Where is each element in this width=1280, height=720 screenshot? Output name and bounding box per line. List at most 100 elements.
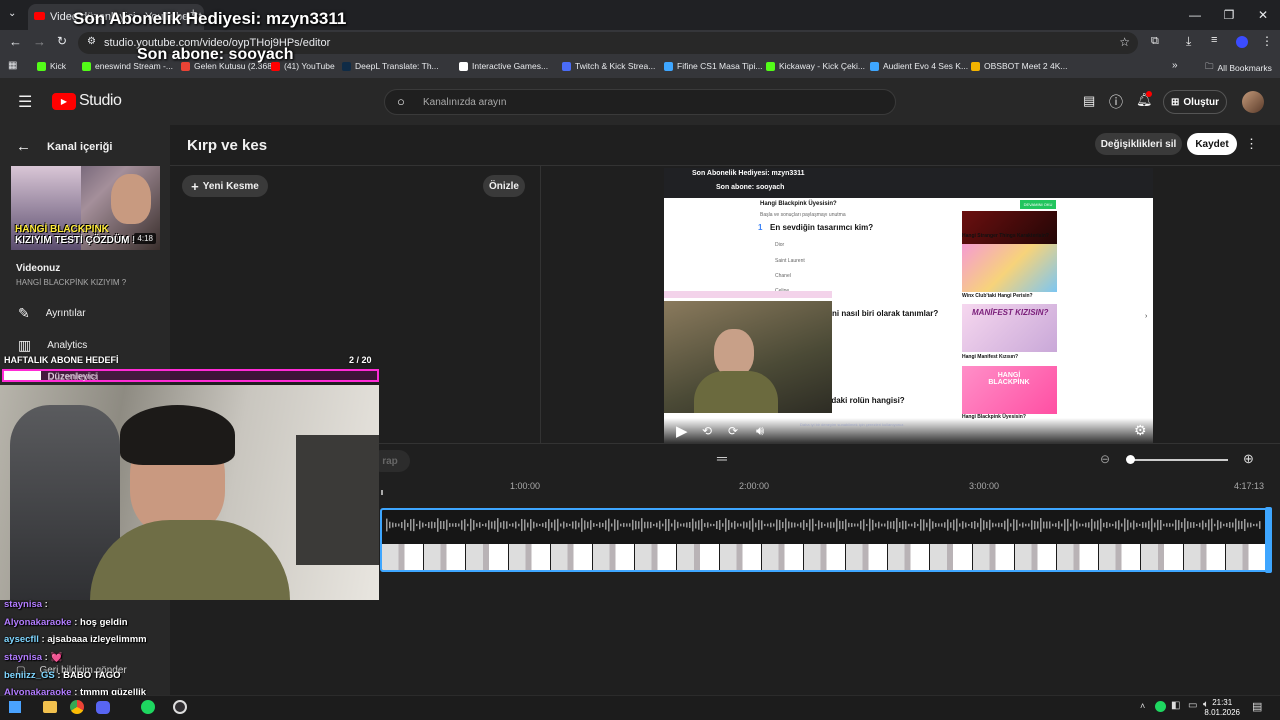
rewind-10-icon[interactable]: ⟲	[702, 424, 712, 438]
zoom-slider-track[interactable]	[1130, 459, 1228, 461]
close-window-icon[interactable]: ✕	[1246, 0, 1280, 30]
extensions-icon[interactable]: ⧉	[1151, 35, 1159, 48]
hamburger-menu-icon[interactable]: ☰	[18, 92, 32, 112]
play-icon[interactable]: ▶	[676, 422, 688, 440]
bookmark-item[interactable]: Twitch & Kick Strea...	[562, 61, 655, 71]
preview-webcam-image	[664, 301, 832, 413]
timeline-frame	[1014, 544, 1057, 570]
minimize-icon[interactable]: —	[1178, 0, 1212, 30]
bookmark-item[interactable]: Kick	[37, 61, 66, 71]
bookmark-star-icon[interactable]: ☆	[1119, 35, 1130, 49]
bookmark-item[interactable]: Fifine CS1 Masa Tipi...	[664, 61, 763, 71]
restore-icon[interactable]: ❐	[1212, 0, 1246, 30]
timeline-frame	[761, 544, 804, 570]
goal-label: HAFTALIK ABONE HEDEFİ	[4, 355, 119, 365]
timeline-track[interactable]	[380, 508, 1270, 572]
video-thumbnail[interactable]: HANGİ BLACKPINK KIZIYIM TESTİ ÇÖZDÜM ! 4…	[11, 166, 160, 250]
preview-card-image: HANGİ BLACKPİNK	[962, 366, 1057, 414]
more-bookmarks-icon[interactable]: »	[1172, 60, 1178, 71]
discard-changes-button[interactable]: Değişiklikleri sil	[1095, 133, 1182, 155]
preview-hoodie-shape	[694, 371, 778, 413]
settings-gear-icon[interactable]: ⚙	[1134, 422, 1147, 439]
site-info-icon[interactable]: ⚙	[87, 36, 96, 47]
bookmark-item[interactable]: Audient Evo 4 Ses K...	[870, 61, 968, 71]
bookmark-item[interactable]: OBSBOT Meet 2 4K...	[971, 61, 1067, 71]
more-options-icon[interactable]: ⋮	[1245, 136, 1258, 152]
taskbar-clock[interactable]: 21:31 8.01.2026	[1204, 698, 1240, 718]
youtube-logo-icon: ▶	[52, 92, 76, 110]
panel-divider	[540, 165, 541, 443]
video-label: Videonuz	[16, 263, 61, 274]
bookmark-favicon-icon	[562, 61, 571, 71]
thumbnail-line1: HANGİ BLACKPINK	[15, 224, 109, 235]
chat-username: Alyonakaraoke	[4, 617, 72, 628]
playhead-marker[interactable]	[381, 490, 383, 495]
volume-icon[interactable]: 🔊︎	[756, 423, 764, 439]
back-to-content[interactable]: ← Kanal içeriği	[16, 138, 112, 155]
create-button[interactable]: ⊞ Oluştur	[1163, 90, 1227, 114]
chat-message: aysecfll : ajsabaaa izleyelimmm	[4, 634, 147, 645]
tray-overflow-icon[interactable]: ˄	[1140, 701, 1145, 711]
preview-option: Chanel	[775, 273, 791, 279]
discard-label: Değişiklikleri sil	[1100, 138, 1177, 150]
media-control-icon[interactable]: ≡	[1211, 34, 1217, 46]
chrome-icon[interactable]	[70, 700, 84, 714]
hoodie-shape	[90, 520, 290, 600]
tray-app-icon[interactable]: ◧	[1171, 700, 1180, 711]
zoom-in-icon[interactable]: ⊕	[1243, 451, 1254, 467]
new-cut-button[interactable]: + Yeni Kesme	[182, 175, 268, 197]
drag-handle-icon[interactable]: ═	[717, 450, 727, 466]
search-input[interactable]: ○ Kanalınızda arayın	[384, 89, 896, 115]
studio-logo[interactable]: ▶ Studio	[52, 92, 122, 110]
chat-message: staynisa : 💓	[4, 652, 62, 663]
notification-center-icon[interactable]: ▤	[1252, 700, 1262, 713]
bookmark-item[interactable]: Kickaway - Kick Çeki...	[766, 61, 865, 71]
obs-icon[interactable]	[173, 700, 187, 714]
save-label: Kaydet	[1195, 138, 1229, 150]
background-stand-shape	[296, 435, 379, 565]
video-preview[interactable]: Son Abonelik Hediyesi: mzyn3311 Son abon…	[664, 168, 1153, 443]
messages-icon[interactable]: ▤	[1083, 93, 1095, 109]
tab-list-icon[interactable]: ⌄	[8, 8, 16, 19]
start-icon[interactable]	[9, 701, 21, 713]
chat-username: beniizz_GS	[4, 670, 55, 681]
forward-10-icon[interactable]: ⟳	[728, 424, 738, 438]
timeline-frame	[466, 544, 509, 570]
spotify-icon[interactable]	[141, 700, 155, 714]
all-bookmarks[interactable]: 🗀 All Bookmarks	[1205, 61, 1272, 75]
headphones-hair-shape	[120, 405, 235, 465]
chat-separator: :	[71, 617, 81, 628]
zoom-slider-thumb[interactable]	[1126, 455, 1135, 464]
chat-separator: :	[54, 670, 64, 681]
notification-dot	[1146, 91, 1152, 97]
save-button[interactable]: Kaydet	[1187, 133, 1237, 155]
goal-value: 2 / 20	[349, 355, 372, 365]
file-explorer-icon[interactable]	[43, 701, 57, 713]
channel-avatar[interactable]	[1242, 91, 1264, 113]
apps-grid-icon[interactable]: ▦	[8, 60, 17, 71]
search-icon: ○	[397, 94, 405, 109]
bookmark-favicon-icon	[870, 61, 879, 71]
tray-spotify-icon[interactable]	[1155, 701, 1166, 712]
sidebar-item[interactable]: ✎ Ayrıntılar	[18, 305, 86, 322]
chat-text: BABO TAGO	[63, 670, 121, 681]
preview-button[interactable]: Önizle	[483, 175, 525, 197]
reload-icon[interactable]: ↻	[57, 34, 67, 48]
preview-question-1: En sevdiğin tasarımcı kim?	[770, 223, 874, 232]
back-nav-icon[interactable]: ←	[9, 34, 22, 49]
help-icon[interactable]: ⓘ	[1109, 92, 1123, 112]
discord-icon[interactable]	[96, 701, 110, 714]
zoom-out-icon[interactable]: ⊖	[1100, 452, 1110, 466]
timeline-frame	[382, 544, 425, 570]
profile-icon[interactable]	[1236, 36, 1248, 48]
timeline-end-handle[interactable]	[1265, 507, 1272, 573]
windows-taskbar: ˄ ◧ ▭ 🔈︎ 21:31 8.01.2026 ▤	[0, 695, 1280, 720]
sidebar-item[interactable]: ▥ Analytics	[18, 337, 87, 354]
download-icon[interactable]: ⤓	[1186, 34, 1191, 49]
browser-menu-icon[interactable]: ⋮	[1261, 34, 1273, 48]
bookmark-item[interactable]: Interactive Games...	[459, 61, 548, 71]
forward-nav-icon[interactable]: →	[33, 34, 46, 49]
network-icon[interactable]: ▭	[1188, 700, 1197, 711]
bookmark-label: Kick	[50, 61, 67, 71]
bookmark-item[interactable]: DeepL Translate: Th...	[342, 61, 439, 71]
